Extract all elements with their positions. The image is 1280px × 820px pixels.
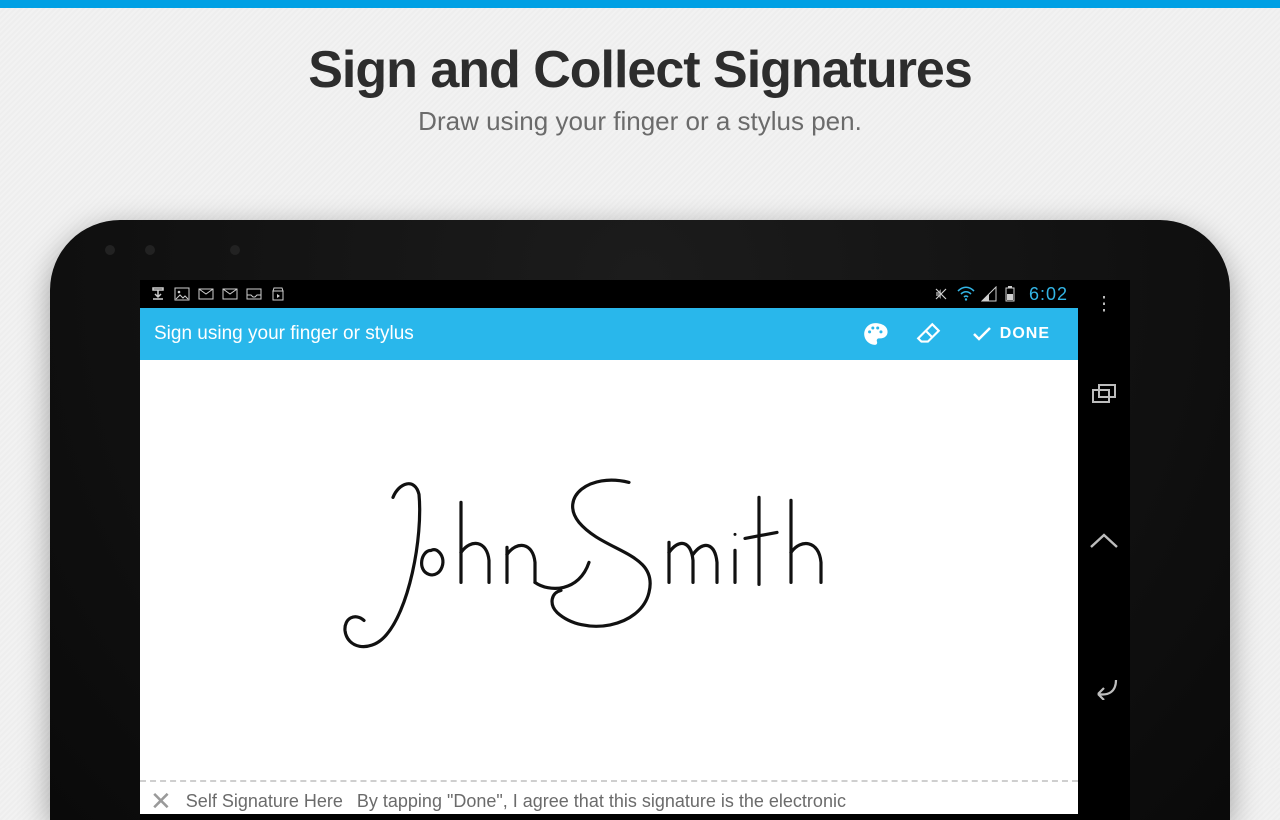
gallery-icon	[174, 286, 192, 302]
download-icon	[150, 286, 168, 302]
signature-footer: ✕ Self Signature Here By tapping "Done",…	[140, 780, 1078, 814]
phone-screen: 6:02 Sign using your finger or stylus DO…	[140, 280, 1130, 820]
signature-legal-text: By tapping "Done", I agree that this sig…	[357, 788, 846, 812]
inbox-icon	[246, 286, 264, 302]
action-bar-title: Sign using your finger or stylus	[154, 323, 848, 345]
hero-subtitle: Draw using your finger or a stylus pen.	[0, 106, 1280, 137]
signature-canvas[interactable]	[140, 360, 1078, 780]
signal-icon	[981, 286, 999, 302]
wifi-icon	[957, 286, 975, 302]
play-store-icon	[270, 286, 288, 302]
check-icon	[970, 322, 994, 346]
done-button[interactable]: DONE	[956, 308, 1064, 360]
mail-icon	[198, 286, 216, 302]
mail-icon	[222, 286, 240, 302]
top-accent-bar	[0, 0, 1280, 8]
eraser-button[interactable]	[902, 308, 956, 360]
clear-signature-button[interactable]: ✕	[150, 788, 172, 814]
done-button-label: DONE	[1000, 325, 1050, 343]
back-button[interactable]	[1090, 676, 1118, 705]
battery-icon	[1005, 286, 1023, 302]
phone-frame: 6:02 Sign using your finger or stylus DO…	[50, 220, 1230, 820]
status-time: 6:02	[1029, 284, 1068, 305]
signature-drawing	[329, 442, 889, 662]
color-palette-button[interactable]	[848, 308, 902, 360]
palette-icon	[862, 321, 888, 347]
eraser-icon	[916, 321, 942, 347]
android-status-bar: 6:02	[140, 280, 1078, 308]
signature-placeholder-label: Self Signature Here	[186, 788, 343, 812]
recent-apps-button[interactable]	[1091, 384, 1117, 411]
overflow-menu-button[interactable]: ⋮	[1095, 302, 1114, 308]
app-action-bar: Sign using your finger or stylus DONE	[140, 308, 1078, 360]
mute-icon	[933, 286, 951, 302]
home-button[interactable]	[1089, 531, 1119, 556]
hero-title: Sign and Collect Signatures	[0, 40, 1280, 100]
android-nav-rail: ⋮	[1078, 280, 1130, 820]
hero: Sign and Collect Signatures Draw using y…	[0, 8, 1280, 137]
